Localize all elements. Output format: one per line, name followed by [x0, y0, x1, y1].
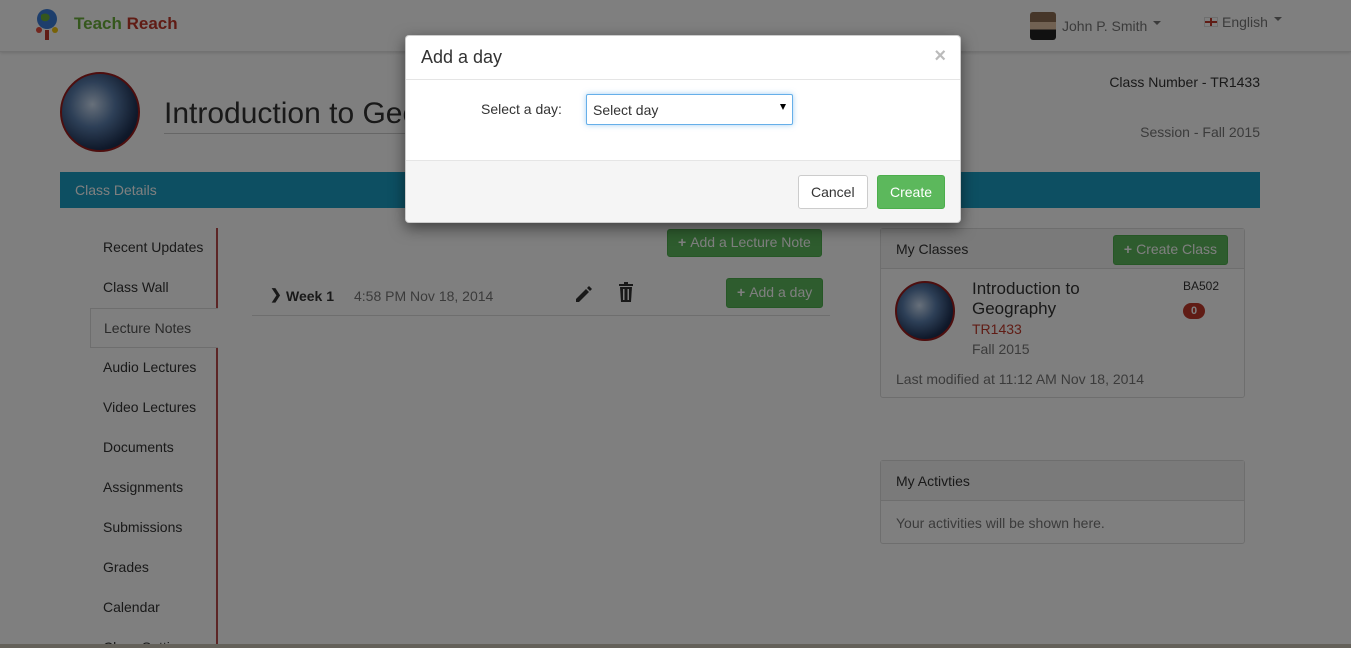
create-label: Create	[890, 184, 933, 200]
close-icon[interactable]: ×	[934, 46, 946, 66]
select-day-label: Select a day:	[481, 101, 562, 117]
dialog-title: Add a day	[421, 47, 503, 67]
add-day-dialog: Add a day × Select a day: Select day Can…	[405, 35, 961, 223]
cancel-label: Cancel	[811, 184, 855, 200]
create-button[interactable]: Create	[877, 175, 946, 209]
day-select[interactable]: Select day	[586, 94, 793, 125]
dropdown-arrow-icon	[780, 104, 786, 110]
day-select-value: Select day	[593, 102, 659, 118]
cancel-button[interactable]: Cancel	[798, 175, 868, 209]
